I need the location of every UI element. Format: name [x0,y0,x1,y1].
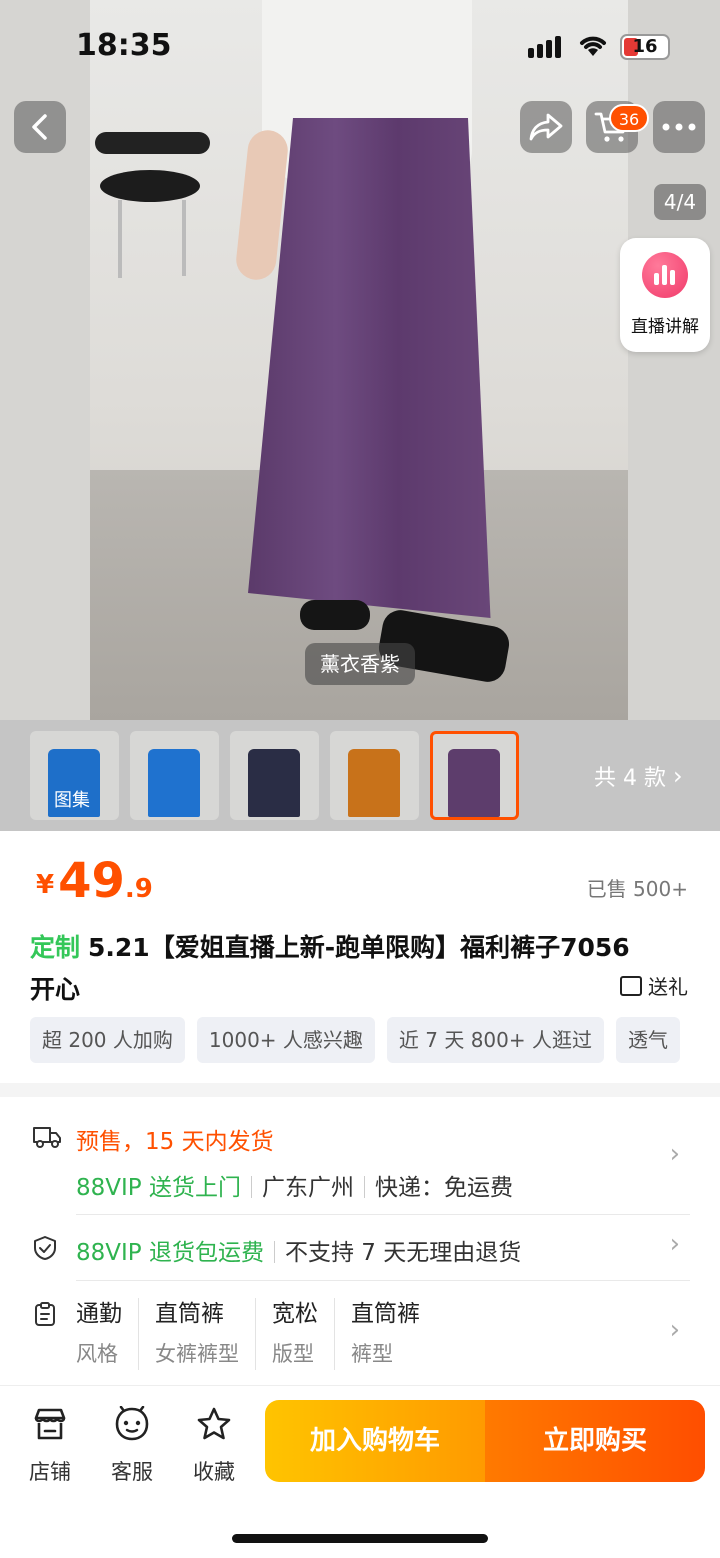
service-label: 客服 [111,1460,153,1484]
chair-leg [182,200,186,276]
social-proof-tags: 超 200 人加购 1000+ 人感兴趣近 7 天 800+ 人逛过 透气 [30,1017,720,1065]
shield-icon [34,1236,56,1260]
attribute-item: 直筒裤 女裤裤型 [138,1298,255,1370]
chat-face-icon [115,1405,149,1441]
live-explain-button[interactable]: 直播讲解 [620,238,710,352]
product-detail-page: 18:35 16 36 4/4 直播讲解 薰衣香紫 图集 共 4 款 › ¥49… [0,0,720,1558]
bottom-action-bar: 店铺 客服 收藏 加入购物车 立即购买 [0,1385,720,1558]
thumbnail-image [448,749,500,817]
thumbnail-image [148,749,200,817]
variant-total[interactable]: 共 4 款 [594,760,666,792]
tag-pill: 超 200 人加购 [30,1017,185,1063]
thumbnail-variant-selected[interactable] [430,731,519,820]
vip-delivery: 88VIP 送货上门 [76,1175,241,1201]
product-info: ¥49.9 已售 500+ 定制 5.21【爱姐直播上新-跑单限购】福利裤子705… [0,831,720,1083]
model-sandal [300,600,370,630]
attribute-key: 女裤裤型 [155,1342,239,1366]
ship-origin: 广东广州 [261,1175,354,1201]
thumbnail-image [348,749,400,817]
attribute-item: 通勤 风格 [76,1298,138,1370]
chair-leg [118,200,122,278]
chevron-right-icon: › [669,1139,680,1169]
chair [95,132,210,154]
signal-icon [528,36,561,58]
thumbnail-variant[interactable] [230,731,319,820]
price-currency: ¥ [36,870,55,900]
add-to-cart-button[interactable]: 加入购物车 [265,1400,485,1482]
price-integer: 49 [58,853,125,909]
chair-seat [100,170,200,202]
chevron-right-icon: › [673,762,683,790]
clipboard-icon [35,1302,55,1326]
presale-text: 预售，15 天内发货 [76,1129,274,1155]
express-fee: 快递：免运费 [374,1175,513,1201]
variant-thumbnail-strip: 图集 共 4 款 › [0,720,720,831]
share-button[interactable] [520,101,572,153]
status-time: 18:35 [76,28,172,63]
battery-icon: 16 [620,34,670,60]
gallery-tag: 图集 [54,790,90,811]
thumbnail-variant[interactable] [330,731,419,820]
attribute-key: 版型 [272,1342,314,1366]
gift-button[interactable]: 送礼 [620,971,688,1000]
shop-icon [34,1408,66,1440]
attribute-item: 宽松 版型 [255,1298,334,1370]
attribute-value: 宽松 [272,1301,318,1327]
sold-count: 已售 500+ [586,877,688,901]
home-indicator [232,1534,488,1543]
thumbnail-image [248,749,300,817]
battery-level: 16 [632,36,658,57]
product-title-text: 5.21【爱姐直播上新-跑单限购】福利裤子7056 开心 [30,933,630,1004]
star-icon [197,1407,231,1440]
thumbnail-variant[interactable] [130,731,219,820]
gift-icon [620,975,642,996]
purchase-buttons: 加入购物车 立即购买 [265,1400,705,1482]
more-icon [662,123,696,131]
back-button[interactable] [14,101,66,153]
attribute-value: 通勤 [76,1301,122,1327]
attributes-list: 通勤 风格 直筒裤 女裤裤型 宽松 版型 直筒裤 裤型 [76,1298,436,1370]
model-pants [248,118,491,618]
price: ¥49.9 [36,853,153,909]
image-counter: 4/4 [654,184,706,220]
favorite-label: 收藏 [193,1460,235,1484]
section-divider [0,1083,720,1097]
tag-pill: 透气 [616,1017,680,1063]
shop-label: 店铺 [29,1460,71,1484]
chevron-left-icon [32,114,47,140]
price-decimal: .9 [124,874,153,904]
status-bar: 18:35 16 [0,0,720,90]
return-policy: 88VIP 退货包运费 不支持 7 天无理由退货 [76,1233,521,1267]
chevron-right-icon: › [669,1229,680,1259]
attribute-value: 直筒裤 [351,1301,420,1327]
tag-pill: 1000+ 人感兴趣 [196,1017,375,1063]
truck-icon [33,1127,61,1148]
product-title: 定制 5.21【爱姐直播上新-跑单限购】福利裤子7056 开心 [30,927,630,1011]
thumbnail-gallery[interactable]: 图集 [30,731,119,820]
return-policy-text: 不支持 7 天无理由退货 [284,1240,522,1266]
color-name-chip: 薰衣香紫 [305,643,415,685]
attribute-item: 直筒裤 裤型 [334,1298,436,1370]
shipping-details: 88VIP 送货上门 广东广州 快递：免运费 [76,1168,513,1202]
wifi-icon [580,36,606,56]
share-icon [529,113,563,141]
live-icon [642,252,688,298]
customer-service-button[interactable]: 客服 [102,1405,162,1486]
cart-count-badge: 36 [609,104,649,132]
gift-label: 送礼 [648,975,688,999]
chevron-right-icon: › [669,1315,680,1345]
custom-label: 定制 [30,933,81,962]
tag-pill: 近 7 天 800+ 人逛过 [386,1017,604,1063]
attribute-key: 风格 [76,1342,118,1366]
attribute-key: 裤型 [351,1342,393,1366]
attribute-value: 直筒裤 [155,1301,224,1327]
favorite-button[interactable]: 收藏 [184,1406,244,1486]
shop-button[interactable]: 店铺 [20,1406,80,1486]
vip-return: 88VIP 退货包运费 [76,1240,264,1266]
live-label: 直播讲解 [631,317,699,337]
buy-now-button[interactable]: 立即购买 [485,1400,705,1482]
more-button[interactable] [653,101,705,153]
